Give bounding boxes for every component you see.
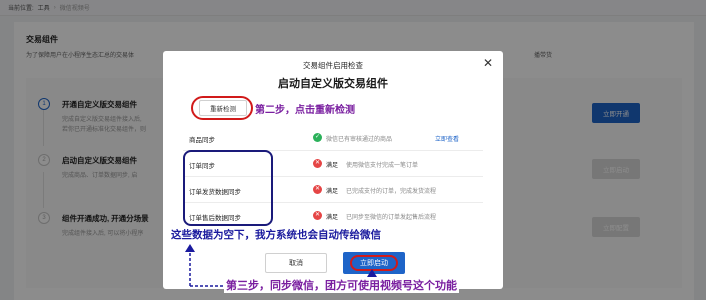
annotation-step3: 第三步，同步微信，团方可使用视频号这个功能 (224, 277, 459, 293)
annotation-arrow (185, 244, 377, 287)
